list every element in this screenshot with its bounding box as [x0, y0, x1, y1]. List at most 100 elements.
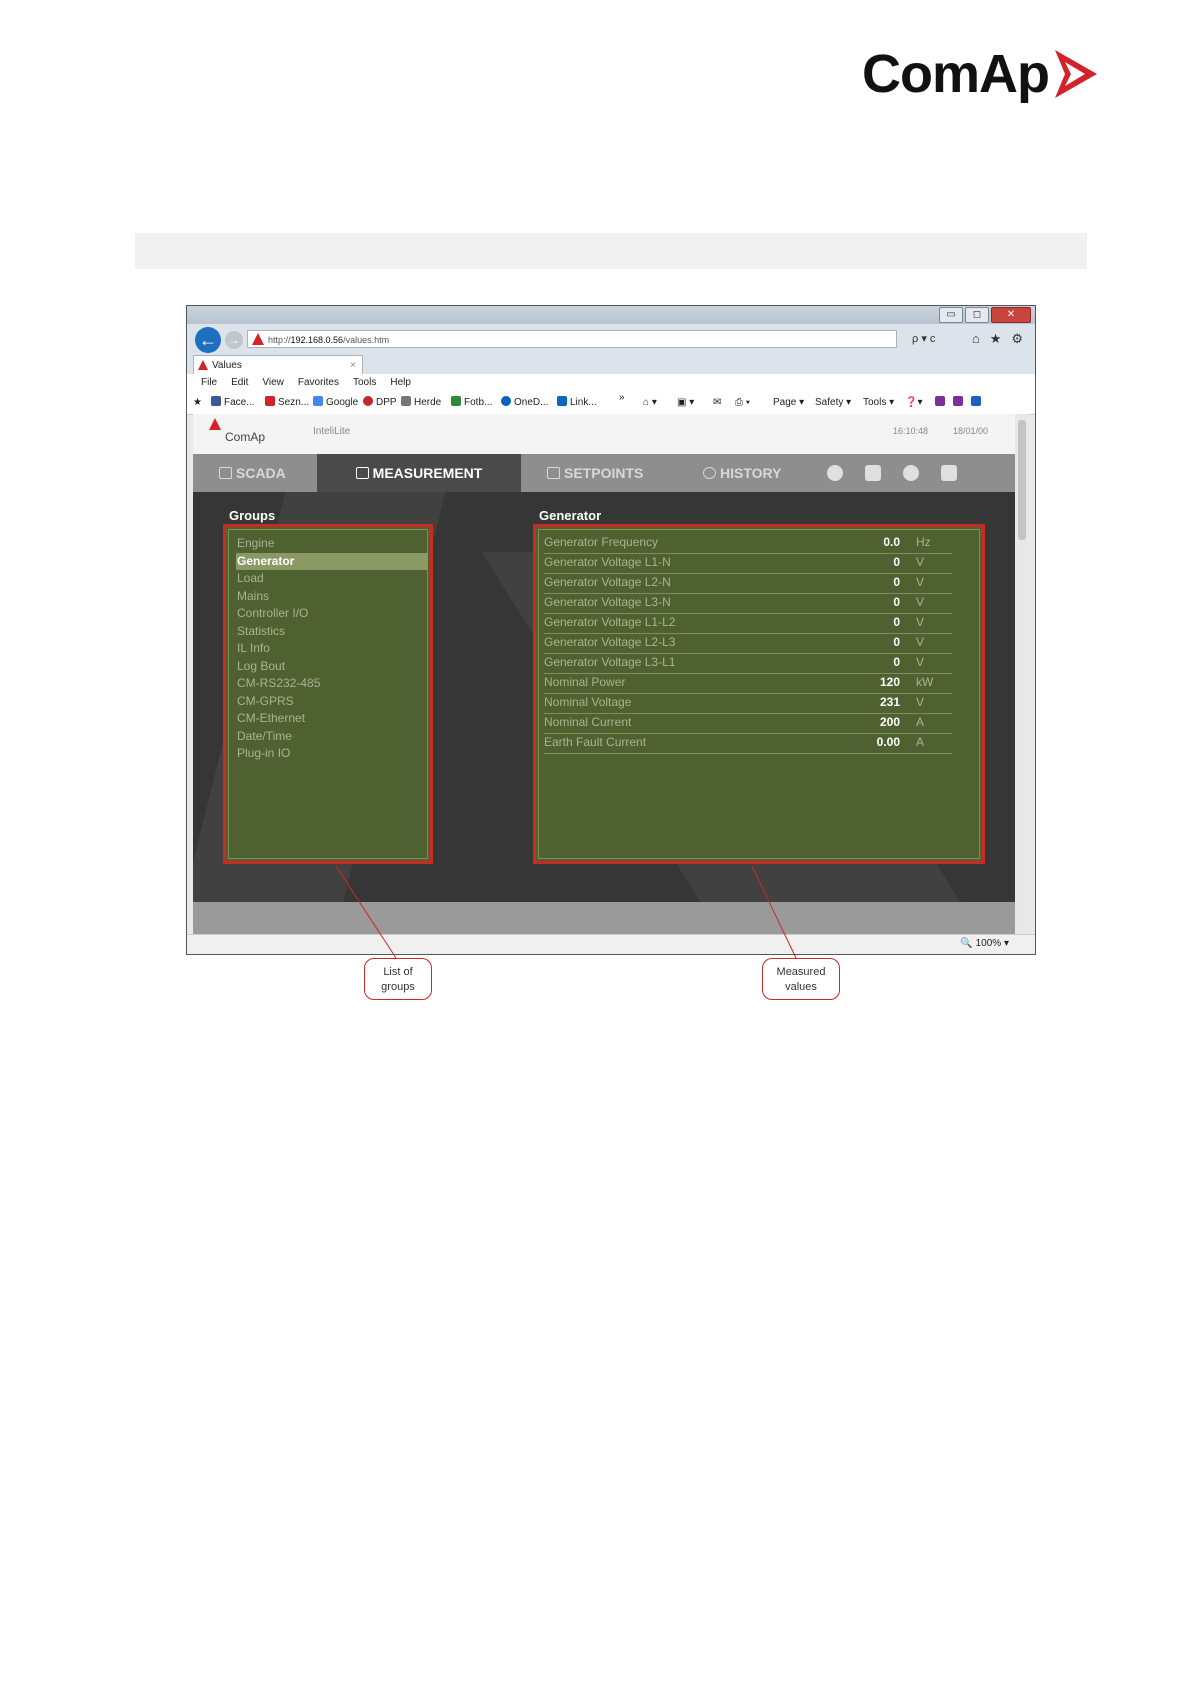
group-cm-ethernet[interactable]: CM-Ethernet — [236, 710, 428, 728]
google-icon — [313, 396, 323, 406]
address-row: ← → http://192.168.0.56/values.htm ρ ▾ c… — [187, 324, 1035, 354]
menu-tools[interactable]: Tools — [353, 374, 376, 392]
menu-help[interactable]: Help — [390, 374, 411, 392]
values-title: Generator — [539, 508, 602, 523]
print-icon[interactable]: ⎙ ▾ — [735, 392, 750, 414]
group-controller-io[interactable]: Controller I/O — [236, 605, 428, 623]
add-favorite-star-icon[interactable]: ★ — [193, 392, 202, 414]
page-scrollbar[interactable] — [1015, 414, 1029, 934]
fav-herde[interactable]: Herde — [401, 392, 441, 414]
menu-safety[interactable]: Safety ▾ — [815, 392, 851, 414]
comap-logo: ComAp — [862, 44, 1099, 104]
group-plug-in-io[interactable]: Plug-in IO — [236, 745, 428, 763]
address-bar[interactable]: http://192.168.0.56/values.htm — [247, 330, 897, 348]
bluetooth-icon[interactable] — [971, 392, 984, 414]
group-log-bout[interactable]: Log Bout — [236, 658, 428, 676]
fav-onedrive[interactable]: OneD... — [501, 392, 548, 414]
section-band — [135, 233, 1087, 269]
app-footer — [193, 902, 1015, 934]
fav-linkedin[interactable]: Link... — [557, 392, 597, 414]
group-cm-gprs[interactable]: CM-GPRS — [236, 693, 428, 711]
home-icon[interactable]: ⌂ — [972, 331, 980, 347]
menu-file[interactable]: File — [201, 374, 217, 392]
group-il-info[interactable]: IL Info — [236, 640, 428, 658]
herde-icon — [401, 396, 411, 406]
controller-time: 16:10:48 — [893, 426, 929, 436]
maximize-button[interactable]: ◻ — [965, 307, 989, 323]
groups-panel: Engine Generator Load Mains Controller I… — [223, 524, 433, 864]
nav-measurement[interactable]: MEASUREMENT — [317, 454, 521, 492]
group-mains[interactable]: Mains — [236, 588, 428, 606]
rss-feed-icon[interactable]: ▣ ▾ — [677, 392, 694, 414]
minimize-button[interactable]: ▭ — [939, 307, 963, 323]
controller-date: 18/01/00 — [953, 426, 989, 436]
favorites-bar: ★ Face... Sezn... Google DPP Herde Fotb.… — [187, 392, 1035, 415]
tab-title: Values — [212, 360, 242, 371]
group-cm-rs232-485[interactable]: CM-RS232-485 — [236, 675, 428, 693]
tab-values[interactable]: Values × — [193, 355, 363, 374]
group-statistics[interactable]: Statistics — [236, 623, 428, 641]
onedrive-icon — [501, 396, 511, 406]
menu-edit[interactable]: Edit — [231, 374, 248, 392]
measurement-icon — [355, 467, 369, 479]
value-row: Generator Voltage L2-L3 0 V — [544, 633, 952, 654]
menu-view[interactable]: View — [262, 374, 284, 392]
zoom-control[interactable]: 🔍 100% ▾ — [960, 938, 1009, 949]
home-command-icon[interactable]: ⌂ ▾ — [643, 392, 657, 414]
web-page: ComAp InteliLite 16:10:48 18/01/00 SCADA… — [193, 414, 1015, 934]
nav-setpoints[interactable]: SETPOINTS — [547, 454, 643, 492]
settings-icon[interactable] — [827, 465, 843, 481]
app-logo: ComAp — [209, 418, 265, 444]
fav-seznam[interactable]: Sezn... — [265, 392, 309, 414]
value-row: Generator Voltage L3-L1 0 V — [544, 653, 952, 674]
favorites-overflow-chevron[interactable]: » — [619, 387, 625, 409]
group-date-time[interactable]: Date/Time — [236, 728, 428, 746]
search-refresh-controls[interactable]: ρ ▾ c — [912, 332, 935, 345]
onenote-send-icon[interactable] — [953, 392, 966, 414]
window-titlebar: ▭ ◻ ✕ — [187, 306, 1035, 324]
app-navbar: SCADA MEASUREMENT SETPOINTS HISTORY — [193, 454, 1015, 492]
logout-icon[interactable] — [941, 465, 957, 481]
group-generator[interactable]: Generator — [236, 552, 428, 570]
dpp-icon — [363, 396, 373, 406]
close-window-button[interactable]: ✕ — [991, 307, 1031, 323]
group-engine[interactable]: Engine — [236, 535, 428, 553]
linkedin-icon — [557, 396, 567, 406]
lock-icon[interactable] — [865, 465, 881, 481]
value-row: Nominal Voltage 231 V — [544, 693, 952, 714]
comap-logo-text: ComAp — [862, 44, 1050, 104]
site-favicon-icon — [252, 333, 264, 345]
menu-page[interactable]: Page ▾ — [773, 392, 804, 414]
fav-fotbal[interactable]: Fotb... — [451, 392, 492, 414]
forward-button[interactable]: → — [225, 331, 243, 349]
url-prefix: http:// — [268, 335, 291, 345]
help-icon[interactable]: ❓▾ — [905, 392, 922, 414]
nav-history[interactable]: HISTORY — [703, 454, 781, 492]
fav-dpp[interactable]: DPP — [363, 392, 397, 414]
back-button[interactable]: ← — [195, 327, 221, 353]
fav-google[interactable]: Google — [313, 392, 358, 414]
tab-close-icon[interactable]: × — [350, 356, 356, 375]
menu-bar: File Edit View Favorites Tools Help — [187, 374, 1035, 392]
groups-list: Engine Generator Load Mains Controller I… — [236, 535, 428, 763]
value-row: Nominal Current 200 A — [544, 713, 952, 734]
scroll-thumb[interactable] — [1018, 420, 1026, 540]
browser-window: ▭ ◻ ✕ ← → http://192.168.0.56/values.htm… — [186, 305, 1036, 955]
facebook-icon — [211, 396, 221, 406]
mail-icon[interactable]: ✉ — [713, 392, 721, 414]
fav-facebook[interactable]: Face... — [211, 392, 255, 414]
settings-gear-icon[interactable]: ⚙ — [1011, 331, 1023, 347]
measurement-content: Groups Generator Engine Generator Load M… — [193, 492, 1015, 902]
menu-favorites[interactable]: Favorites — [298, 374, 339, 392]
group-load[interactable]: Load — [236, 570, 428, 588]
value-row: Generator Voltage L3-N 0 V — [544, 593, 952, 614]
refresh-icon[interactable] — [903, 465, 919, 481]
values-callout: Measured values — [762, 958, 840, 1000]
menu-tools-command[interactable]: Tools ▾ — [863, 392, 894, 414]
value-row: Generator Frequency 0.0 Hz — [544, 533, 952, 554]
favorites-star-icon[interactable]: ★ — [990, 331, 1002, 347]
groups-title: Groups — [229, 508, 276, 523]
values-panel: Generator Frequency 0.0 Hz Generator Volta… — [533, 524, 985, 864]
onenote-icon[interactable] — [935, 392, 948, 414]
nav-scada[interactable]: SCADA — [219, 454, 286, 492]
